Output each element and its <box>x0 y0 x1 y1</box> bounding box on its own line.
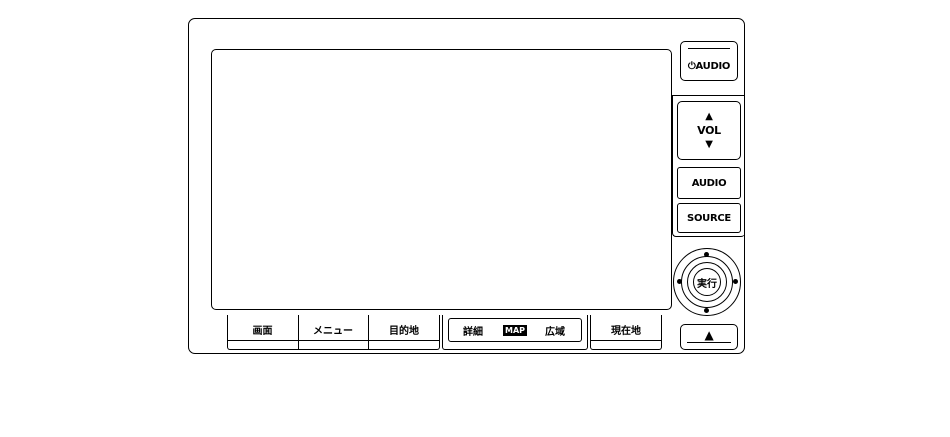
bottom-keys-baseline <box>590 340 662 341</box>
volume-down-icon[interactable]: ▼ <box>705 139 713 150</box>
display-screen[interactable] <box>211 49 672 310</box>
source-button-label: SOURCE <box>687 212 731 224</box>
volume-label: VOL <box>697 124 721 137</box>
source-button[interactable]: SOURCE <box>677 203 741 233</box>
audio-power-button-label: ⏻AUDIO <box>687 61 731 72</box>
audio-power-button-slit <box>688 48 730 49</box>
wide-button-label: 広域 <box>545 326 565 338</box>
menu-button-label: メニュー <box>313 325 353 337</box>
volume-up-icon[interactable]: ▲ <box>705 111 713 122</box>
current-location-button[interactable]: 現在地 <box>590 318 662 340</box>
destination-button[interactable]: 目的地 <box>368 318 440 340</box>
map-badge-label: MAP <box>504 326 525 335</box>
enter-button[interactable]: 実行 <box>693 268 721 296</box>
wide-button[interactable]: 広域 <box>532 319 578 341</box>
destination-button-label: 目的地 <box>389 325 419 337</box>
detail-button-label: 詳細 <box>463 326 483 338</box>
menu-button[interactable]: メニュー <box>298 318 368 340</box>
screen-button[interactable]: 画面 <box>227 318 298 340</box>
bottom-keys-baseline <box>227 340 440 341</box>
detail-button[interactable]: 詳細 <box>450 319 496 341</box>
knob-right-dot <box>733 279 738 284</box>
eject-button-slit <box>687 342 731 343</box>
map-badge: MAP <box>503 325 527 336</box>
audio-button[interactable]: AUDIO <box>677 167 741 199</box>
enter-button-label: 実行 <box>697 278 717 290</box>
audio-power-button[interactable]: ⏻AUDIO <box>680 41 738 81</box>
screen-button-label: 画面 <box>252 325 273 337</box>
eject-button[interactable]: ▲ <box>680 324 738 350</box>
enter-knob-outer-ring[interactable]: 実行 <box>673 248 741 316</box>
volume-rocker[interactable]: ▲ VOL ▼ <box>677 101 741 160</box>
current-location-button-label: 現在地 <box>611 325 641 337</box>
audio-button-label: AUDIO <box>691 177 727 189</box>
knob-down-dot <box>704 308 709 313</box>
eject-icon: ▲ <box>704 328 714 342</box>
